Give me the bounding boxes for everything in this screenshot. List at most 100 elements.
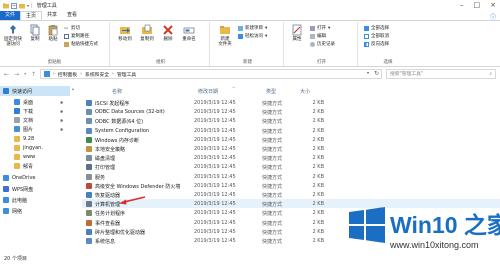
edit-button[interactable]: 编辑 [310,33,326,39]
file-row[interactable]: Windows 内存诊断 2019/3/19 12:45 快捷方式 2 KB [82,135,500,144]
file-row[interactable]: ODBC 数据源(64 位) 2019/3/19 12:45 快捷方式 2 KB [82,116,500,125]
nav-item[interactable]: 网络 [0,206,70,216]
shortcut-icon [86,164,92,171]
tab-share[interactable]: 共享 [42,11,62,20]
select-none-button[interactable]: 全部取消 [364,33,389,39]
new-item-button[interactable]: 新建项目 ▾ [238,25,267,31]
back-icon[interactable]: ← [4,71,9,78]
breadcrumb-item-control-panel[interactable]: 控制面板 [58,71,77,78]
pin-quick-access-button[interactable]: 固定到快 速访问 [2,24,24,47]
file-row[interactable]: 服务 2019/3/19 12:45 快捷方式 2 KB [82,172,500,181]
quick-access-dropdown-icon[interactable]: ▾ [27,3,29,8]
invert-selection-button[interactable]: 反向选择 [364,41,389,47]
easy-access-dropdown-icon: ▾ [265,33,268,39]
tab-home[interactable]: 主页 [20,11,43,20]
easy-access-button[interactable]: 轻松访问 ▾ [238,33,267,39]
recent-dropdown-icon[interactable]: ▾ [24,71,26,78]
tab-view[interactable]: 查看 [62,11,82,20]
file-size: 2 KB [312,155,324,162]
refresh-icon[interactable]: ↻ [374,70,379,77]
nav-item-label: 郁青 [23,163,34,170]
nav-item[interactable]: 此电脑 [0,195,70,205]
nav-item[interactable]: WPS网盘 [0,184,70,194]
paste-button[interactable]: 粘贴 [46,24,60,42]
move-to-button[interactable]: 移动到 [116,24,134,42]
file-row[interactable]: System Configuration 2019/3/19 12:45 快捷方式 2… [82,126,500,135]
properties-label: 属性 [292,37,302,42]
shortcut-icon [86,118,92,125]
file-type: 快捷方式 [262,165,283,172]
column-header-date[interactable]: 修改日期 [198,88,218,95]
nav-item-label: 图片 [23,126,34,133]
address-bar[interactable]: › 控制面板 › 系统和安全 › 管理工具 ▾ ↻ [40,69,382,79]
shortcut-icon [86,219,92,226]
shortcut-icon [86,136,92,143]
rename-label: 重命名 [182,37,196,42]
group-open-label: 打开 [317,60,326,65]
file-row[interactable]: iSCSI 发起程序 2019/3/19 12:45 快捷方式 2 KB [82,98,500,107]
file-row[interactable]: 磁盘清理 2019/3/19 12:45 快捷方式 2 KB [82,153,500,162]
shortcut-icon [86,182,92,189]
file-date: 2019/3/19 12:45 [194,146,236,152]
file-size: 2 KB [312,228,324,235]
up-icon[interactable]: ↑ [31,71,36,78]
select-all-button[interactable]: 全部选择 [364,25,389,31]
search-icon: ⌕ [489,72,492,77]
nav-scroll-up-icon[interactable]: ▴ [72,86,74,91]
maximize-icon[interactable]: □ [474,1,481,9]
file-name: 本地安全策略 [95,147,126,153]
group-organize-label: 组织 [156,60,165,65]
paste-shortcut-button[interactable]: 粘贴快捷方式 [64,41,98,47]
nav-item-label: 网络 [12,208,23,215]
file-size: 2 KB [312,219,324,226]
copy-path-button[interactable]: 复制路径 [64,33,89,39]
status-item-count: 20 个项目 [4,256,27,262]
properties-icon[interactable] [11,2,17,9]
minimize-icon[interactable]: – [460,1,464,9]
search-input[interactable]: 搜索"管理工具" ⌕ [386,69,496,79]
ribbon: 固定到快 速访问 复制 粘贴 ✂ 剪切 复制路径 粘贴快捷方式 剪贴板 移动到 … [0,20,500,67]
copy-to-icon [142,24,152,34]
breadcrumb-item-admin-tools[interactable]: 管理工具 [117,71,136,78]
delete-button[interactable]: 删除 [160,24,176,42]
nav-item[interactable]: 快速访问 [0,86,70,96]
address-dropdown-icon[interactable]: ▾ [367,70,369,75]
paste-shortcut-icon [64,41,69,47]
history-button[interactable]: 历史记录 [310,41,335,47]
file-name: 磁盘清理 [95,156,116,163]
folder-icon [14,145,20,151]
breadcrumb-item-system-security[interactable]: 系统和安全 [85,71,109,78]
copy-button[interactable]: 复制 [28,24,42,42]
easy-access-icon [238,33,243,39]
watermark: Win10 之家 www.win10xitong.com [342,200,500,264]
file-name: ODBC Data Sources (32-bit) [95,109,165,116]
column-header-name[interactable]: 名称 [112,88,122,95]
cut-button[interactable]: ✂ 剪切 [64,25,80,32]
open-label: 打开 [317,26,326,31]
properties-button[interactable]: 属性 [290,24,304,42]
close-icon[interactable]: × [490,1,496,9]
nav-item[interactable]: OneDrive [0,173,70,183]
copy-to-button[interactable]: 复制到 [138,24,156,42]
file-row[interactable]: 高级安全 Windows Defender 防火墙 2019/3/19 12:45… [82,181,500,190]
column-header-size[interactable]: 大小 [300,88,310,95]
file-row[interactable]: 本地安全策略 2019/3/19 12:45 快捷方式 2 KB [82,144,500,153]
folder-icon[interactable] [3,3,9,9]
nav-item[interactable]: 郁青 [0,161,70,171]
rename-button[interactable]: 重命名 [180,24,198,42]
file-name: System Configuration [95,127,150,134]
file-name: iSCSI 发起程序 [95,101,130,107]
tab-file[interactable]: 文件 [0,11,21,20]
new-folder-button[interactable]: 新建 文件夹 [216,24,234,47]
nav-item[interactable]: 图片 ✱ [0,124,70,134]
shortcut-icon [86,238,92,244]
forward-icon[interactable]: → [14,71,19,78]
watermark-brand-cjk: 之家 [463,212,500,238]
file-row[interactable]: ODBC Data Sources (32-bit) 2019/3/19 12:4… [82,107,500,116]
file-row[interactable]: 打印管理 2019/3/19 12:45 快捷方式 2 KB [82,162,500,171]
column-header-type[interactable]: 类型 [266,88,276,95]
file-size: 2 KB [312,118,324,125]
cloud-icon [3,186,9,192]
open-button[interactable]: 打开 ▾ [310,25,330,31]
new-folder-icon[interactable] [19,3,25,9]
